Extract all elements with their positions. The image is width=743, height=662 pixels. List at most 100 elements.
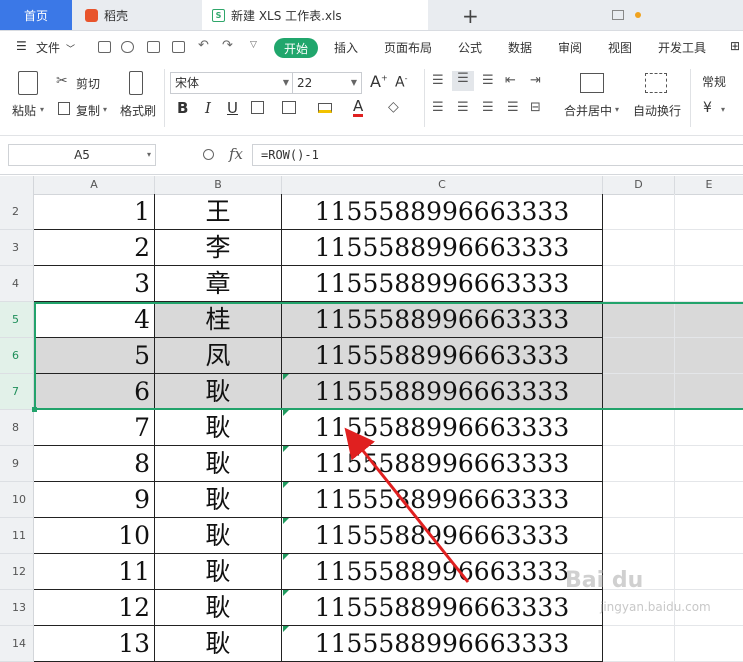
cell-a[interactable]: 3	[34, 266, 155, 302]
paste-button[interactable]: 粘贴	[12, 102, 36, 119]
cell-e[interactable]	[675, 446, 743, 482]
row-header[interactable]: 6	[0, 338, 34, 374]
monitor-icon[interactable]	[612, 10, 624, 20]
cell-a[interactable]: 2	[34, 230, 155, 266]
cell-b[interactable]: 耿	[155, 446, 282, 482]
cell-b[interactable]: 王	[155, 194, 282, 230]
cell-d[interactable]	[603, 518, 675, 554]
cell-b[interactable]: 章	[155, 266, 282, 302]
fill-handle[interactable]	[32, 407, 37, 412]
chevron-down-icon[interactable]: ﹀	[66, 42, 75, 55]
fill-color-icon[interactable]	[318, 103, 332, 113]
paste-dropdown-icon[interactable]: ▾	[40, 105, 44, 114]
align-middle-icon[interactable]: ☰	[452, 71, 474, 91]
column-header-e[interactable]: E	[675, 176, 743, 194]
cell-a[interactable]: 10	[34, 518, 155, 554]
cell-b[interactable]: 耿	[155, 518, 282, 554]
cell-a[interactable]: 1	[34, 194, 155, 230]
cell-e[interactable]	[675, 554, 743, 590]
align-bottom-icon[interactable]: ☰	[482, 73, 494, 88]
cell-a[interactable]: 11	[34, 554, 155, 590]
tab-document[interactable]: S 新建 XLS 工作表.xls	[202, 0, 641, 30]
tab-home[interactable]: 首页	[0, 0, 72, 30]
tab-page-layout[interactable]: 页面布局	[384, 39, 432, 56]
cell-c[interactable]: 1155588996663333	[282, 518, 603, 554]
cell-e[interactable]	[675, 518, 743, 554]
row-header[interactable]: 3	[0, 230, 34, 266]
row-header[interactable]: 2	[0, 194, 34, 230]
hamburger-icon[interactable]: ☰	[16, 39, 27, 53]
justify-icon[interactable]: ☰	[507, 100, 519, 115]
cell-a[interactable]: 8	[34, 446, 155, 482]
cell-e[interactable]	[675, 482, 743, 518]
cell-b[interactable]: 耿	[155, 590, 282, 626]
merge-dropdown-icon[interactable]: ▾	[615, 105, 619, 114]
cell-b[interactable]: 耿	[155, 626, 282, 662]
quick-access-more-icon[interactable]: ▽	[250, 40, 257, 50]
column-header-d[interactable]: D	[603, 176, 675, 194]
zoom-icon[interactable]	[203, 149, 214, 160]
bold-button[interactable]: B	[177, 99, 188, 117]
cell-d[interactable]	[603, 266, 675, 302]
cell-a[interactable]: 13	[34, 626, 155, 662]
cell-c[interactable]: 1155588996663333	[282, 194, 603, 230]
row-header[interactable]: 11	[0, 518, 34, 554]
align-top-icon[interactable]: ☰	[432, 73, 444, 88]
shrink-font-button[interactable]: A-	[395, 74, 407, 91]
tab-review[interactable]: 审阅	[558, 39, 582, 56]
tab-data[interactable]: 数据	[508, 39, 532, 56]
cell-c[interactable]: 1155588996663333	[282, 554, 603, 590]
currency-dropdown-icon[interactable]: ▾	[721, 105, 725, 114]
number-format-select[interactable]: 常规	[698, 72, 743, 94]
cell-c[interactable]: 1155588996663333	[282, 590, 603, 626]
row-header[interactable]: 13	[0, 590, 34, 626]
print-icon[interactable]	[147, 41, 160, 53]
row-header[interactable]: 8	[0, 410, 34, 446]
cell-e[interactable]	[675, 194, 743, 230]
menu-file[interactable]: 文件	[36, 39, 60, 56]
tab-insert[interactable]: 插入	[334, 39, 358, 56]
paste-icon[interactable]	[18, 71, 38, 95]
tab-view[interactable]: 视图	[608, 39, 632, 56]
cell-e[interactable]	[675, 410, 743, 446]
align-right-icon[interactable]: ☰	[482, 100, 494, 115]
cell-b[interactable]: 耿	[155, 554, 282, 590]
increase-indent-icon[interactable]: ⇥	[530, 73, 541, 88]
copy-dropdown-icon[interactable]: ▾	[103, 105, 107, 114]
formula-input[interactable]: =ROW()-1	[252, 144, 743, 166]
italic-button[interactable]: I	[205, 99, 211, 117]
new-tab-plus-icon[interactable]: +	[462, 4, 479, 28]
format-painter-button[interactable]: 格式刷	[120, 102, 156, 119]
cell-d[interactable]	[603, 626, 675, 662]
row-header[interactable]: 5	[0, 302, 34, 338]
cell-d[interactable]	[603, 410, 675, 446]
name-box[interactable]: A5 ▾	[8, 144, 156, 166]
wrap-text-button[interactable]: 自动换行	[633, 102, 681, 119]
print-preview-icon[interactable]	[172, 41, 185, 53]
cell-c[interactable]: 1155588996663333	[282, 230, 603, 266]
tab-start[interactable]: 开始	[274, 38, 318, 58]
fx-icon[interactable]: fx	[229, 145, 243, 163]
cell-b[interactable]: 李	[155, 230, 282, 266]
align-left-icon[interactable]: ☰	[432, 100, 444, 115]
export-icon[interactable]	[121, 41, 134, 53]
row-header[interactable]: 9	[0, 446, 34, 482]
tab-daoke[interactable]: 稻壳	[73, 0, 201, 30]
cell-b[interactable]: 耿	[155, 410, 282, 446]
column-header-c[interactable]: C	[282, 176, 603, 194]
font-color-button[interactable]: A	[353, 98, 364, 117]
column-header-b[interactable]: B	[155, 176, 282, 194]
borders-icon[interactable]	[251, 101, 264, 114]
cell-c[interactable]: 1155588996663333	[282, 482, 603, 518]
font-name-select[interactable]: 宋体 ▼	[170, 72, 294, 94]
grow-font-button[interactable]: A+	[370, 72, 388, 91]
cell-c[interactable]: 1155588996663333	[282, 626, 603, 662]
save-icon[interactable]	[98, 41, 111, 53]
redo-icon[interactable]: ↷	[222, 38, 233, 53]
cell-c[interactable]: 1155588996663333	[282, 446, 603, 482]
cell-c[interactable]: 1155588996663333	[282, 266, 603, 302]
cell-d[interactable]	[603, 230, 675, 266]
cut-button[interactable]: 剪切	[76, 75, 100, 92]
cell-a[interactable]: 7	[34, 410, 155, 446]
cell-d[interactable]	[603, 446, 675, 482]
